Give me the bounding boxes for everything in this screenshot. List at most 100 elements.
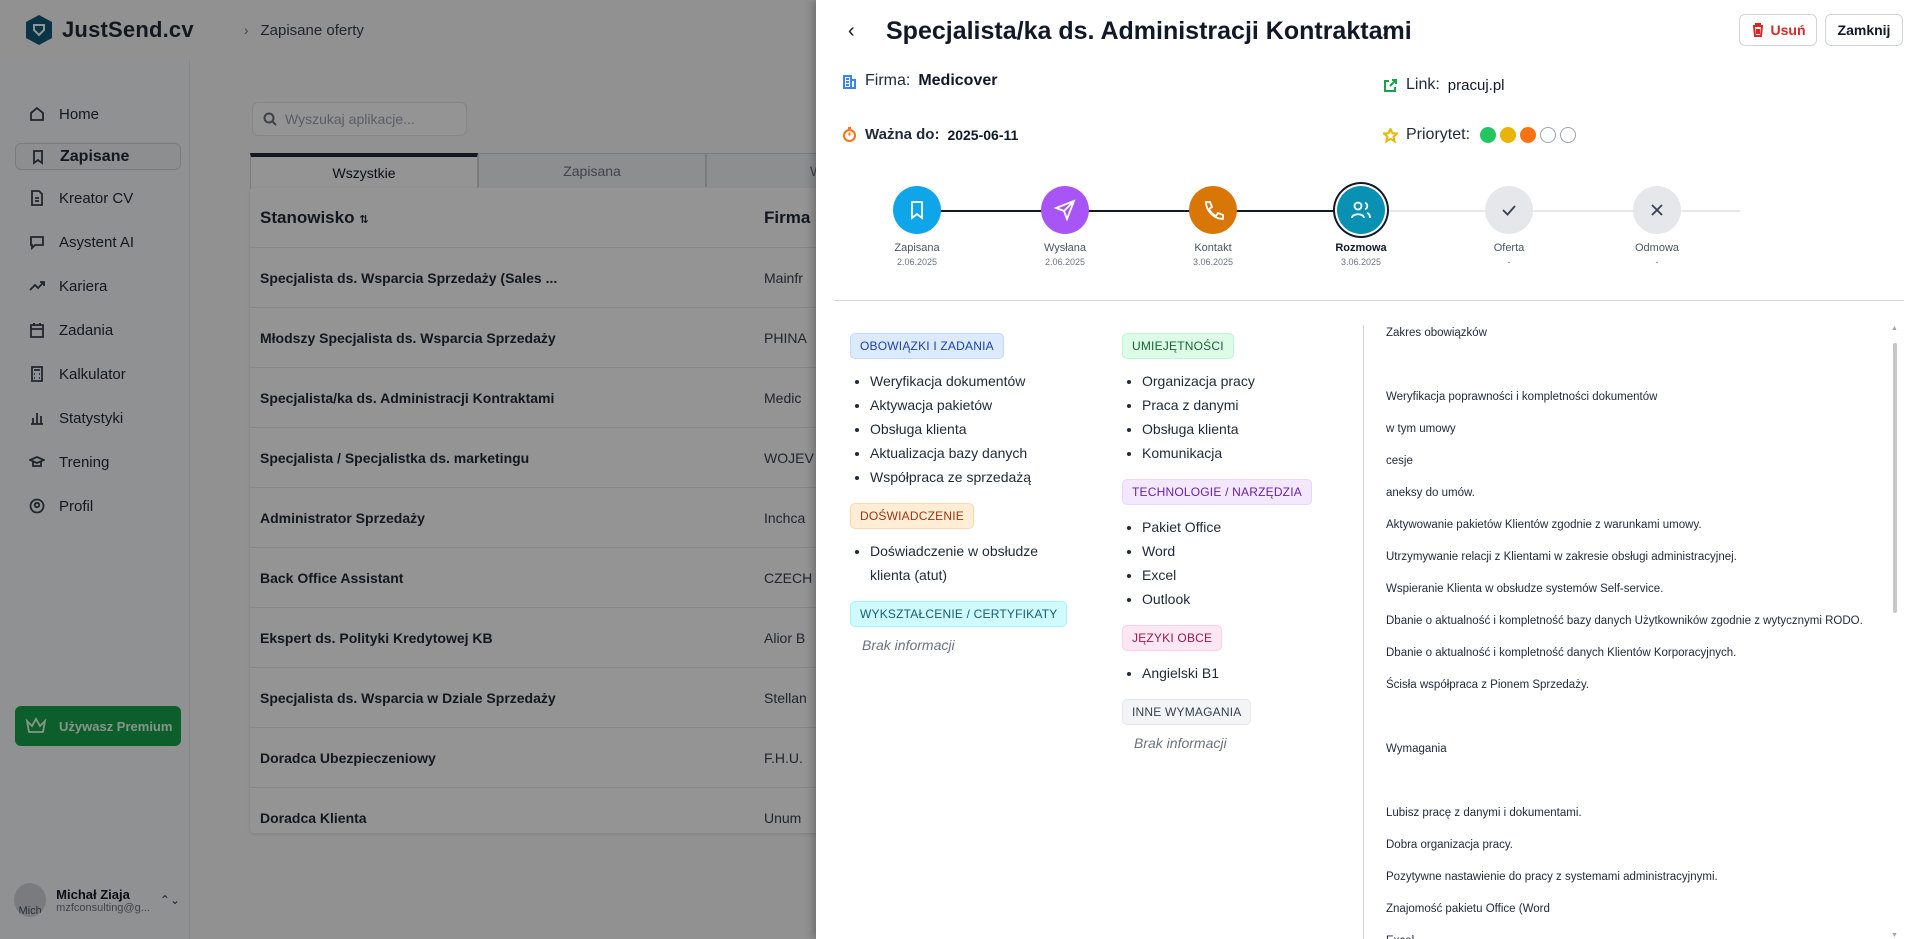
list-item: Weryfikacja dokumentów (870, 369, 1110, 393)
star-icon (1383, 127, 1398, 143)
list-item: Excel (1142, 563, 1382, 587)
duties-list: Weryfikacja dokumentów Aktywacja pakietó… (850, 369, 1110, 489)
description-line (1386, 709, 1896, 725)
scroll-down-icon[interactable]: ▼ (1891, 932, 1898, 939)
stopwatch-icon (843, 127, 856, 142)
company-value: Medicover (918, 72, 998, 89)
link-label: Link: (1406, 76, 1440, 93)
description-line: aneksy do umów. (1386, 487, 1475, 499)
divider (834, 300, 1904, 301)
step-label: Kontakt (1194, 242, 1232, 254)
step-date: 2.06.2025 (1044, 257, 1086, 267)
description-line: Dobra organizacja pracy. (1386, 839, 1513, 851)
link-info: Link: pracuj.pl (1383, 76, 1505, 94)
step-circle (1633, 186, 1681, 234)
step-date: 3.06.2025 (1340, 257, 1382, 267)
description-line (1386, 357, 1896, 373)
step-label: Odmowa (1634, 242, 1680, 254)
modal-overlay[interactable] (0, 0, 816, 939)
previous-arrow-icon[interactable]: ‹ (848, 20, 855, 43)
status-stepper: Zapisana 2.06.2025 Wysłana 2.06.2025 Kontakt… (816, 185, 1916, 280)
building-icon (843, 74, 856, 89)
priority-dot[interactable] (1500, 127, 1517, 143)
close-button[interactable]: Zamknij (1825, 14, 1903, 46)
list-item: Doświadczenie w obsłudze klienta (atut) (870, 539, 1080, 587)
list-item: Praca z danymi (1142, 393, 1382, 417)
scroll-up-icon[interactable]: ▲ (1891, 325, 1898, 332)
bookmark-icon (911, 201, 923, 220)
priority-label: Priorytet: (1406, 126, 1471, 143)
empty-info: Brak informacji (1134, 735, 1227, 751)
experience-list: Doświadczenie w obsłudze klienta (atut) (850, 539, 1080, 587)
delete-button[interactable]: Usuń (1739, 14, 1817, 46)
list-item: Word (1142, 539, 1382, 563)
step-label: Zapisana (894, 242, 940, 254)
list-item: Komunikacja (1142, 441, 1382, 465)
list-item: Aktualizacja bazy danych (870, 441, 1110, 465)
valid-value: 2025-06-11 (947, 126, 1019, 143)
list-item: Obsługa klienta (870, 417, 1110, 441)
section-tag-tech: TECHNOLOGIE / NARZĘDZIA (1122, 479, 1312, 505)
priority-dot[interactable] (1560, 127, 1577, 143)
step-circle (1041, 186, 1089, 234)
tech-list: Pakiet Office Word Excel Outlook (1122, 515, 1382, 611)
description-line (1386, 773, 1896, 789)
list-item: Organizacja pracy (1142, 369, 1382, 393)
step-circle (1485, 186, 1533, 234)
step-circle (1337, 186, 1385, 234)
scrollbar-thumb[interactable] (1893, 343, 1897, 613)
step-odmowa[interactable]: Odmowa - (1617, 185, 1697, 267)
priority-selector (1480, 127, 1580, 143)
trash-icon (1752, 23, 1763, 37)
description-line: cesje (1386, 455, 1413, 467)
delete-label: Usuń (1770, 22, 1806, 38)
priority-dot[interactable] (1480, 127, 1497, 143)
external-link-icon (1384, 78, 1397, 92)
send-icon (1054, 199, 1076, 221)
priority-dot[interactable] (1540, 127, 1557, 143)
section-tag-experience: DOŚWIADCZENIE (850, 503, 974, 529)
description-line: Wspieranie Klienta w obsłudze systemów S… (1386, 583, 1664, 595)
step-date: - (1655, 257, 1659, 267)
company-info: Firma: Medicover (842, 72, 997, 90)
list-item: Obsługa klienta (1142, 417, 1382, 441)
job-description[interactable]: Zakres obowiązków Weryfikacja poprawności… (1386, 325, 1896, 939)
list-item: Pakiet Office (1142, 515, 1382, 539)
description-line: Wymagania (1386, 743, 1447, 755)
users-icon (1351, 201, 1371, 219)
step-rozmowa[interactable]: Rozmowa 3.06.2025 (1321, 185, 1401, 267)
section-tag-skills: UMIEJĘTNOŚCI (1122, 333, 1234, 359)
scrollbar[interactable]: ▲ ▼ (1891, 325, 1899, 939)
step-oferta[interactable]: Oferta - (1469, 185, 1549, 267)
section-tag-education: WYKSZTAŁCENIE / CERTYFIKATY (850, 601, 1068, 627)
next-arrow-icon[interactable]: › (1382, 20, 1389, 43)
step-label: Rozmowa (1335, 242, 1387, 254)
description-line: Pozytywne nastawienie do pracy z systema… (1386, 871, 1718, 883)
empty-info: Brak informacji (862, 637, 955, 653)
step-zapisana[interactable]: Zapisana 2.06.2025 (877, 185, 957, 267)
valid-label: Ważna do: (865, 126, 940, 143)
description-line: Weryfikacja poprawności i kompletności d… (1386, 391, 1658, 403)
page-title: Specjalista/ka ds. Administracji Kontrak… (886, 17, 1412, 45)
description-line: Utrzymywanie relacji z Klientami w zakre… (1386, 551, 1737, 563)
valid-until-info: Ważna do: 2025-06-11 (842, 126, 1018, 143)
check-icon (1502, 205, 1516, 216)
description-line: Lubisz pracę z danymi i dokumentami. (1386, 807, 1582, 819)
list-item: Angielski B1 (1142, 661, 1382, 685)
step-date: 2.06.2025 (896, 257, 938, 267)
link-value[interactable]: pracuj.pl (1448, 77, 1505, 94)
description-line: Ścisła współpraca z Pionem Sprzedaży. (1386, 679, 1590, 691)
stepper-line-done (917, 210, 1367, 212)
priority-dot[interactable] (1520, 127, 1537, 143)
description-line: Znajomość pakietu Office (Word (1386, 903, 1550, 915)
description-line: Dbanie o aktualność i kompletność bazy d… (1386, 615, 1863, 627)
skills-list: Organizacja pracy Praca z danymi Obsługa… (1122, 369, 1382, 465)
list-item: Aktywacja pakietów (870, 393, 1110, 417)
job-detail-drawer: ‹ Specjalista/ka ds. Administracji Kontr… (816, 0, 1916, 939)
step-circle (893, 186, 941, 234)
step-kontakt[interactable]: Kontakt 3.06.2025 (1173, 185, 1253, 267)
step-wysłana[interactable]: Wysłana 2.06.2025 (1025, 185, 1105, 267)
description-line: Dbanie o aktualność i kompletność danych… (1386, 647, 1737, 659)
list-item: Outlook (1142, 587, 1382, 611)
languages-list: Angielski B1 (1122, 661, 1382, 685)
